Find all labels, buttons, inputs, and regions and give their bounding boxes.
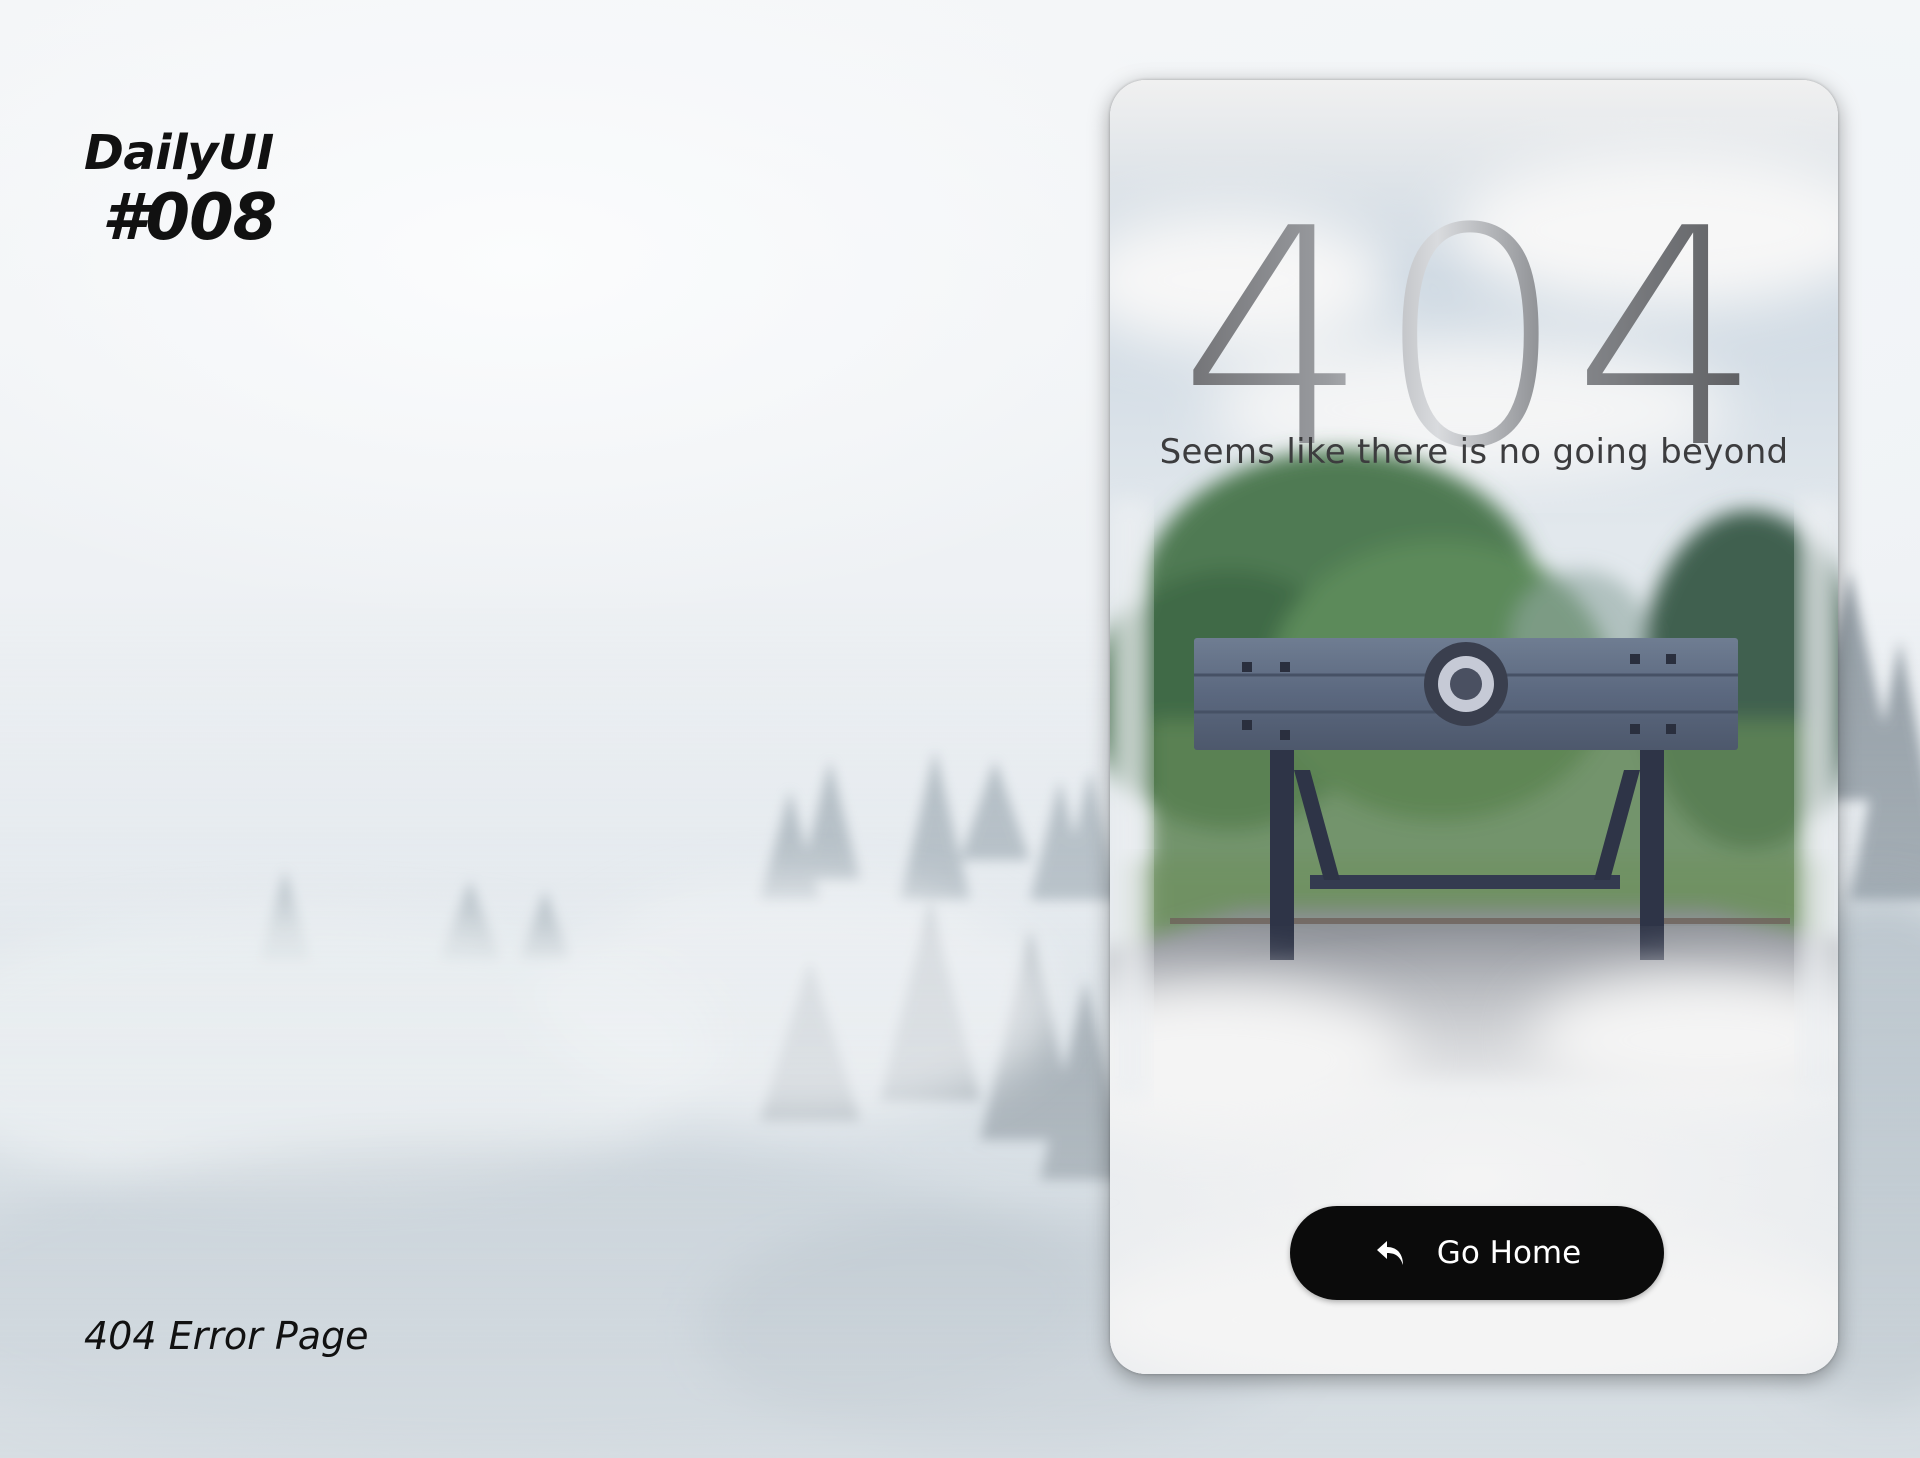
return-arrow-icon bbox=[1376, 1241, 1403, 1265]
go-home-label: Go Home bbox=[1436, 1235, 1582, 1271]
error-message: Seems like there is no going beyond bbox=[1159, 432, 1789, 472]
brand-number: #008 bbox=[102, 181, 277, 255]
go-home-button[interactable]: Go Home bbox=[1290, 1206, 1664, 1300]
brand-title: DailyUI bbox=[84, 125, 274, 181]
page-caption: 404 Error Page bbox=[84, 1314, 369, 1358]
error-card: 404 Seems like there is no going beyond … bbox=[1110, 80, 1838, 1374]
dailyui-brand: DailyUI #008 bbox=[84, 124, 277, 255]
